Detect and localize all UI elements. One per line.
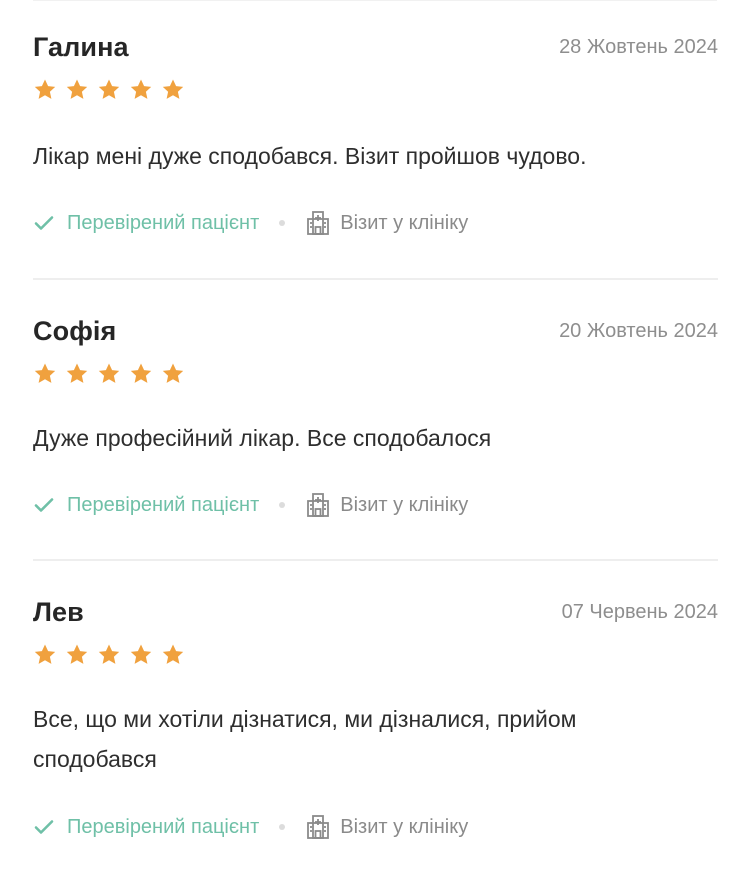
review-meta: Перевірений пацієнт Візит у клініку	[33, 812, 468, 842]
review-text: Дуже професійний лікар. Все сподобалося	[33, 425, 492, 451]
star-icon	[97, 78, 121, 102]
star-icon	[33, 362, 57, 386]
star-icon	[129, 78, 153, 102]
check-icon	[34, 216, 54, 230]
star-icon	[129, 362, 153, 386]
check-icon	[34, 820, 54, 834]
star-icon	[129, 643, 153, 667]
review-date: 07 Червень 2024	[561, 601, 718, 623]
visit-type: Візит у клініку	[305, 492, 468, 518]
star-icon	[161, 643, 185, 667]
review-text: Лікар мені дуже сподобався. Візит пройшо…	[33, 143, 587, 169]
star-icon	[33, 643, 57, 667]
reviews-list: Галина 28 Жовтень 2024 Лікар мені дуже с…	[33, 0, 718, 859]
star-rating	[33, 643, 185, 667]
star-icon	[65, 78, 89, 102]
review-card: Галина 28 Жовтень 2024 Лікар мені дуже с…	[33, 0, 718, 278]
visit-label: Візит у клініку	[340, 815, 469, 838]
review-card: Лев 07 Червень 2024 Все, що ми хотіли ді…	[33, 559, 718, 859]
verified-label: Перевірений пацієнт	[67, 493, 260, 516]
visit-label: Візит у клініку	[340, 211, 469, 234]
visit-label: Візит у клініку	[340, 493, 469, 516]
verified-label: Перевірений пацієнт	[67, 211, 260, 234]
separator-dot	[279, 502, 286, 508]
review-meta: Перевірений пацієнт Візит у клініку	[33, 208, 468, 238]
visit-type: Візит у клініку	[305, 210, 468, 236]
star-rating	[33, 362, 185, 386]
check-icon	[34, 498, 54, 512]
verified-badge: Перевірений пацієнт	[33, 212, 259, 235]
star-rating	[33, 78, 185, 102]
reviewer-name: Галина	[33, 32, 129, 62]
star-icon	[65, 362, 89, 386]
review-date: 20 Жовтень 2024	[559, 320, 718, 342]
star-icon	[161, 362, 185, 386]
star-icon	[33, 78, 57, 102]
separator-dot	[279, 220, 286, 226]
review-meta: Перевірений пацієнт Візит у клініку	[33, 490, 468, 520]
reviewer-name: Лев	[33, 597, 84, 627]
star-icon	[97, 362, 121, 386]
separator-dot	[279, 824, 286, 830]
star-icon	[65, 643, 89, 667]
review-text: Все, що ми хотіли дізнатися, ми дізналис…	[33, 706, 577, 772]
review-date: 28 Жовтень 2024	[559, 36, 718, 58]
reviewer-name: Софія	[33, 316, 117, 346]
visit-type: Візит у клініку	[305, 814, 468, 840]
hospital-icon	[307, 493, 330, 517]
verified-badge: Перевірений пацієнт	[33, 816, 259, 839]
verified-badge: Перевірений пацієнт	[33, 494, 259, 517]
hospital-icon	[307, 815, 330, 839]
star-icon	[161, 78, 185, 102]
review-card: Софія 20 Жовтень 2024 Дуже професійний л…	[33, 278, 718, 559]
hospital-icon	[307, 211, 330, 235]
verified-label: Перевірений пацієнт	[67, 815, 260, 838]
star-icon	[97, 643, 121, 667]
